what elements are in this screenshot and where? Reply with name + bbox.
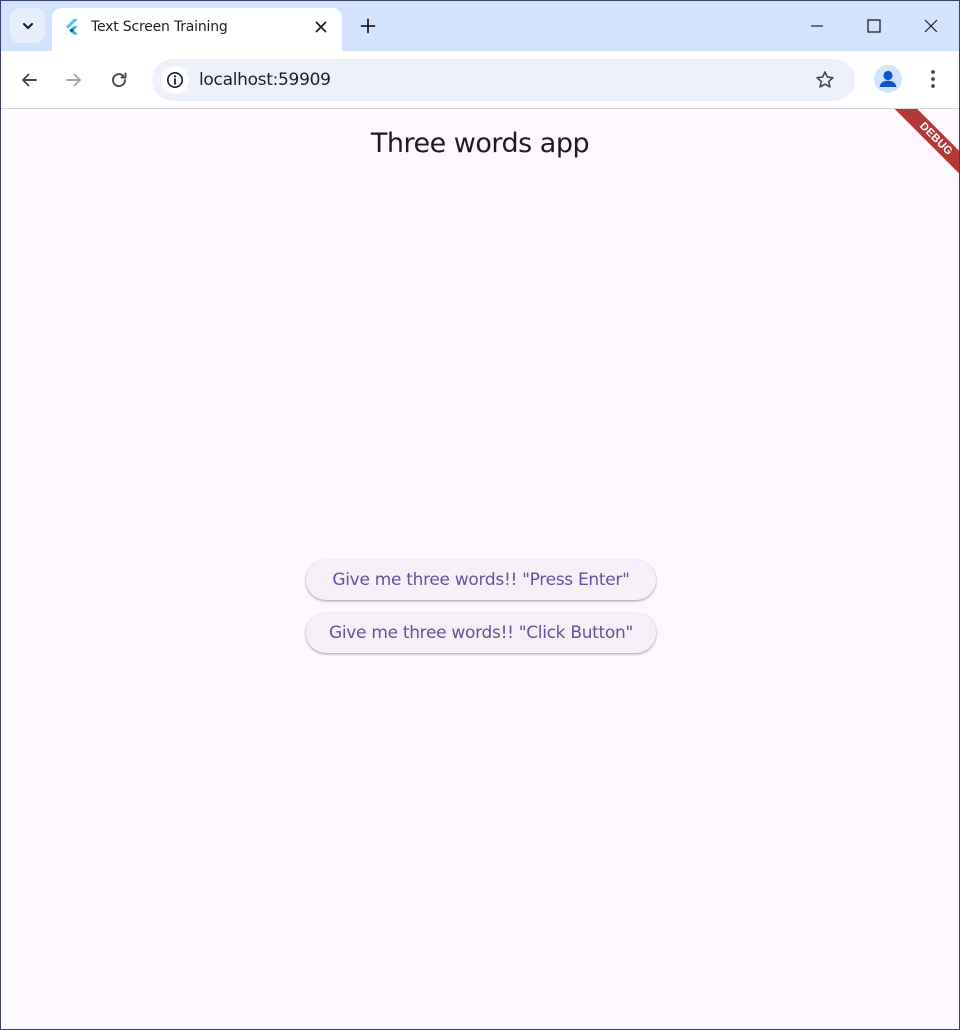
reload-button[interactable]: [104, 65, 134, 95]
tab-strip: Text Screen Training: [1, 1, 959, 51]
tab-close-button[interactable]: [310, 16, 332, 38]
url-text[interactable]: localhost:59909: [199, 70, 331, 90]
browser-window: Text Screen Training localhost:59909 Thr…: [0, 0, 960, 1030]
close-icon: [315, 21, 327, 33]
press-enter-button-label: Give me three words!! "Press Enter": [332, 570, 630, 590]
click-button-button-label: Give me three words!! "Click Button": [329, 623, 633, 643]
browser-toolbar: localhost:59909: [1, 51, 959, 109]
profile-button[interactable]: [874, 65, 902, 93]
person-icon: [879, 70, 897, 87]
tab-title: Text Screen Training: [91, 19, 228, 35]
minimize-button[interactable]: [802, 11, 832, 41]
minimize-icon: [811, 25, 823, 27]
page-title: Three words app: [370, 128, 590, 159]
new-tab-button[interactable]: [355, 13, 381, 39]
bookmark-button[interactable]: [811, 66, 839, 94]
app-content: Three words app DEBUG Give me three word…: [1, 109, 959, 1029]
address-bar[interactable]: localhost:59909: [152, 59, 855, 101]
star-icon: [816, 71, 834, 88]
plus-icon: [360, 18, 376, 34]
window-close-button[interactable]: [916, 11, 946, 41]
maximize-icon: [867, 19, 881, 33]
kebab-menu-icon: [931, 70, 935, 88]
site-info-button[interactable]: [161, 66, 189, 94]
browser-menu-button[interactable]: [919, 65, 947, 93]
maximize-button[interactable]: [859, 11, 889, 41]
forward-arrow-icon: [66, 73, 81, 87]
chevron-down-icon: [22, 22, 33, 29]
forward-button[interactable]: [59, 65, 89, 95]
flutter-icon: [66, 19, 78, 35]
back-arrow-icon: [22, 73, 37, 87]
browser-tab[interactable]: Text Screen Training: [52, 8, 342, 51]
info-icon: [167, 72, 183, 88]
back-button[interactable]: [14, 65, 44, 95]
reload-icon: [112, 72, 127, 88]
tab-search-button[interactable]: [10, 8, 45, 43]
press-enter-button[interactable]: Give me three words!! "Press Enter": [306, 560, 656, 600]
close-icon: [924, 19, 938, 33]
click-button-button[interactable]: Give me three words!! "Click Button": [306, 613, 656, 653]
